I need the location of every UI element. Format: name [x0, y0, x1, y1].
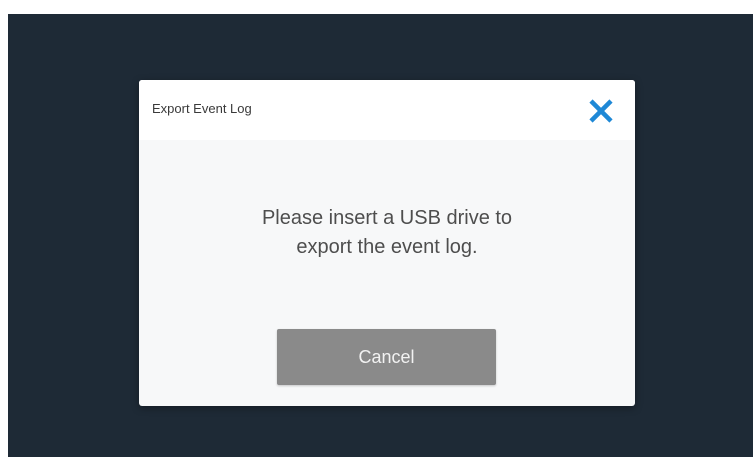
dialog-title: Export Event Log: [152, 101, 252, 116]
close-x-icon: [589, 99, 613, 123]
dialog-header: Export Event Log: [139, 80, 635, 140]
cancel-button[interactable]: Cancel: [277, 329, 496, 385]
message-line-2: export the event log.: [296, 236, 478, 258]
device-bezel-left: [0, 0, 8, 457]
device-bezel-top: [0, 0, 753, 14]
message-line-1: Please insert a USB drive to: [261, 207, 513, 229]
export-event-log-dialog: Export Event Log Please insert a USB dri…: [139, 80, 635, 406]
dialog-body: Please insert a USB drive to export the …: [139, 140, 635, 406]
close-button[interactable]: [583, 93, 619, 129]
dialog-message: Please insert a USB drive to export the …: [187, 204, 587, 262]
